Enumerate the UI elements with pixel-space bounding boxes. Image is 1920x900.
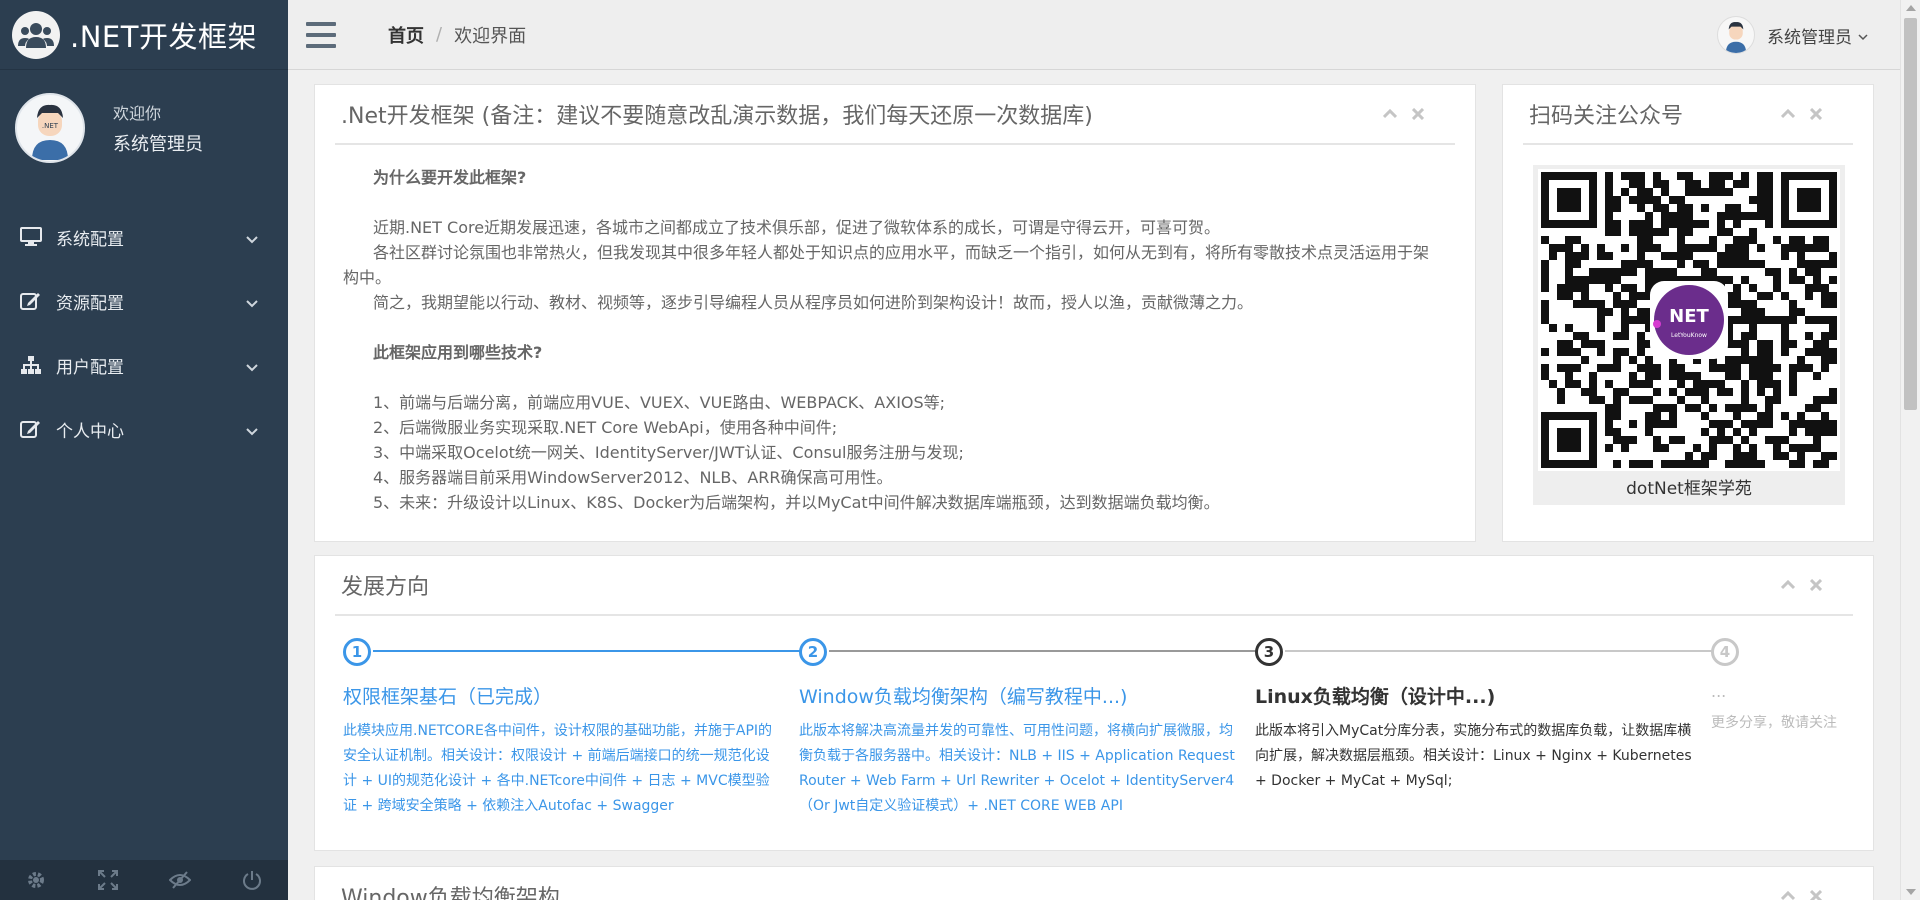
collapse-icon[interactable] (1383, 107, 1397, 121)
sitemap-icon (18, 354, 44, 376)
qr-badge-text: NET (1669, 306, 1709, 327)
tech-list-item: 2、后端微服业务实现采取.NET Core WebApi，使用各种中间件; (373, 418, 838, 437)
breadcrumb-separator: / (436, 24, 443, 45)
team-logo-icon (12, 10, 60, 59)
chevron-down-icon (246, 229, 258, 248)
power-icon[interactable] (240, 868, 264, 892)
profile-card: .NET 欢迎你 系统管理员 (0, 70, 288, 185)
intro-paragraph: 近期.NET Core近期发展迅速，各城市之间都成立了技术俱乐部，促进了微软体系… (373, 218, 1221, 237)
expand-icon[interactable] (96, 868, 120, 892)
user-menu[interactable]: 系统管理员 (1717, 16, 1868, 54)
close-icon[interactable] (1411, 107, 1425, 121)
sidebar-item-label: 个人中心 (56, 421, 124, 442)
roadmap-step: 3 Linux负载均衡（设计中...) 此版本将引入MyCat分库分表，实施分布… (1255, 638, 1695, 794)
roadmap-step: 2 Window负载均衡架构（编写教程中...) 此版本将解决高流量并发的可靠性… (799, 638, 1239, 819)
roadmap-panel: 发展方向 1 权限框架基石（已完成） 此模块应用.NETCORE各中间件，设计权… (314, 555, 1874, 851)
tech-list-item: 5、未来：升级设计以Linux、K8S、Docker为后端架构，并以MyCat中… (373, 493, 1220, 512)
brand-title: .NET开发框架 (70, 19, 257, 54)
edit-icon (18, 290, 44, 312)
chevron-down-icon (246, 357, 258, 376)
collapse-icon[interactable] (1781, 889, 1795, 900)
step-title: 权限框架基石（已完成） (343, 686, 553, 708)
close-icon[interactable] (1809, 578, 1823, 592)
profile-welcome: 欢迎你 (113, 103, 162, 123)
intro-question: 为什么要开发此框架? (373, 168, 527, 187)
intro-panel: .Net开发框架 (备注：建议不要随意改乱演示数据，我们每天还原一次数据库) 为… (314, 84, 1476, 542)
monitor-icon (18, 226, 44, 248)
sidebar-item-resource-config[interactable]: 资源配置 (0, 269, 288, 333)
panel-title: .Net开发框架 (备注：建议不要随意改乱演示数据，我们每天还原一次数据库) (341, 104, 1093, 129)
avatar (1717, 16, 1755, 54)
sidebar-item-label: 系统配置 (56, 229, 124, 250)
step-title: Linux负载均衡（设计中...) (1255, 686, 1496, 708)
step-description: 更多分享，敬请关注 (1711, 715, 1837, 731)
step-title: ... (1711, 682, 1727, 701)
sidebar-item-user-config[interactable]: 用户配置 (0, 333, 288, 397)
step-number: 1 (343, 638, 371, 666)
breadcrumb-home[interactable]: 首页 (388, 22, 424, 48)
brand: .NET开发框架 (0, 0, 288, 70)
collapse-icon[interactable] (1781, 578, 1795, 592)
panel-title: 发展方向 (341, 575, 430, 600)
menu-toggle-icon[interactable] (306, 21, 336, 48)
collapse-icon[interactable] (1781, 107, 1795, 121)
panel-title: Window负载均衡架构 (341, 886, 560, 900)
roadmap-steps: 1 权限框架基石（已完成） 此模块应用.NETCORE各中间件，设计权限的基础功… (343, 638, 1843, 838)
step-title: Window负载均衡架构（编写教程中...) (799, 686, 1128, 708)
roadmap-step: 4 ... 更多分享，敬请关注 (1711, 638, 1851, 736)
svg-text:.NET: .NET (42, 122, 59, 130)
user-name: 系统管理员 (1767, 27, 1852, 48)
sidebar: .NET开发框架 .NET 欢迎你 系统管理员 系统配置 资源配置 用户配置 个… (0, 0, 288, 900)
tech-list-item: 3、中端采取Ocelot统一网关、IdentityServer/JWT认证、Co… (373, 443, 964, 462)
scroll-up-icon[interactable] (1906, 5, 1916, 11)
window-lb-panel: Window负载均衡架构 (314, 866, 1874, 900)
qr-badge-subtext: LetYouKnow (1671, 332, 1707, 339)
sidebar-item-label: 资源配置 (56, 293, 124, 314)
qr-code-image: NET LetYouKnow (1538, 169, 1840, 471)
gear-icon[interactable] (24, 868, 48, 892)
profile-name: 系统管理员 (113, 133, 203, 155)
step-number: 3 (1255, 638, 1283, 666)
page-scrollbar[interactable] (1900, 0, 1920, 900)
close-icon[interactable] (1809, 889, 1823, 900)
step-number: 2 (799, 638, 827, 666)
intro-content: 为什么要开发此框架? 近期.NET Core近期发展迅速，各城市之间都成立了技术… (315, 145, 1475, 515)
tech-list-item: 4、服务器端目前采用WindowServer2012、NLB、ARR确保高可用性… (373, 468, 893, 487)
chevron-down-icon (246, 293, 258, 312)
topbar: 首页 / 欢迎界面 系统管理员 (288, 0, 1900, 70)
roadmap-step: 1 权限框架基石（已完成） 此模块应用.NETCORE各中间件，设计权限的基础功… (343, 638, 783, 819)
scrollbar-thumb[interactable] (1904, 18, 1917, 410)
step-description: 此版本将解决高流量并发的可靠性、可用性问题，将横向扩展微服，均衡负载于各服务器中… (799, 723, 1235, 814)
avatar[interactable]: .NET (15, 92, 85, 163)
chevron-down-icon (246, 421, 258, 440)
step-description: 此版本将引入MyCat分库分表，实施分布式的数据库负载，让数据库横向扩展，解决数… (1255, 723, 1692, 789)
qr-caption: dotNet框架学苑 (1626, 479, 1752, 499)
eye-slash-icon[interactable] (168, 868, 192, 892)
intro-paragraph: 简之，我期望能以行动、教材、视频等，逐步引导编程人员从程序员如何进阶到架构设计！… (373, 293, 1254, 312)
chevron-down-icon (1858, 26, 1868, 45)
sidebar-item-label: 用户配置 (56, 357, 124, 378)
sidebar-item-system-config[interactable]: 系统配置 (0, 205, 288, 269)
sidebar-footer (0, 860, 288, 900)
tech-list-item: 1、前端与后端分离，前端应用VUE、VUEX、VUE路由、WEBPACK、AXI… (373, 393, 946, 412)
sidebar-item-personal-center[interactable]: 个人中心 (0, 397, 288, 461)
step-number: 4 (1711, 638, 1739, 666)
qr-code-card: NET LetYouKnow dotNet框架学苑 (1533, 165, 1845, 505)
scroll-down-icon[interactable] (1906, 889, 1916, 895)
qr-panel: 扫码关注公众号 NET LetYouKnow dotNet框架学苑 (1502, 84, 1874, 542)
intro-question: 此框架应用到哪些技术? (373, 343, 543, 362)
edit-icon (18, 418, 44, 440)
breadcrumb-current: 欢迎界面 (454, 25, 527, 47)
sidebar-menu: 系统配置 资源配置 用户配置 个人中心 (0, 205, 288, 461)
close-icon[interactable] (1809, 107, 1823, 121)
step-description: 此模块应用.NETCORE各中间件，设计权限的基础功能，并施于API的安全认证机… (343, 723, 773, 814)
intro-paragraph: 各社区群讨论氛围也非常热火，但我发现其中很多年轻人都处于知识点的应用水平，而缺乏… (343, 243, 1430, 287)
panel-title: 扫码关注公众号 (1529, 104, 1684, 129)
breadcrumb: 首页 / 欢迎界面 (388, 22, 526, 48)
